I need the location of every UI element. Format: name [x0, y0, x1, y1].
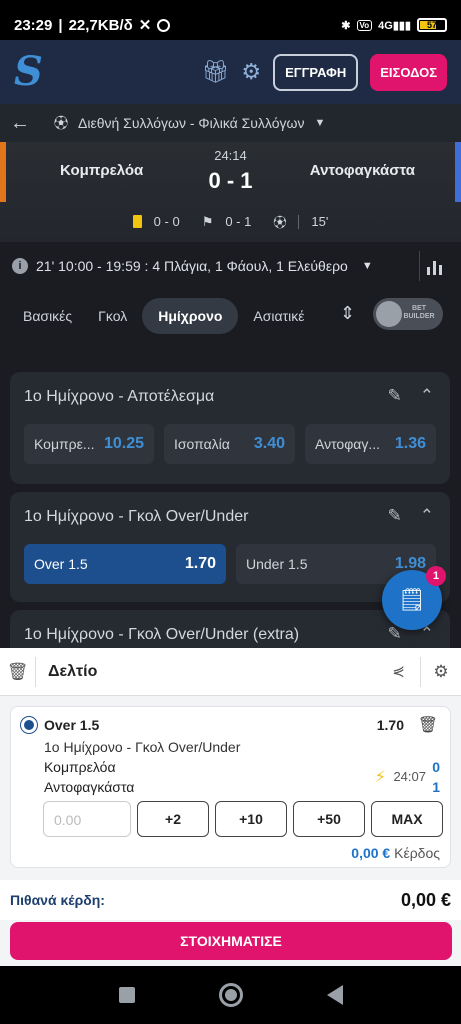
potential-winnings: Πιθανά κέρδη: 0,00 €: [0, 880, 461, 920]
status-time: 23:29: [14, 16, 53, 34]
corner-flag-icon: ⚑: [201, 213, 214, 229]
match-minute: 15': [311, 214, 329, 229]
register-button[interactable]: ΕΓΓΡΑΦΗ: [273, 53, 359, 91]
away-team: Αντοφαγκάστα: [309, 162, 415, 179]
stake-input[interactable]: 0.00: [43, 801, 131, 837]
ball-icon: ⚽︎: [273, 215, 287, 230]
chevron-up-icon[interactable]: ⌃: [420, 506, 434, 526]
trash-icon[interactable]: 🗑︎: [418, 715, 438, 735]
tab-asian[interactable]: Ασιατικέ: [242, 298, 315, 334]
soccer-ball-icon: [21, 717, 37, 733]
bluetooth-icon: ✱: [341, 19, 351, 32]
gear-icon[interactable]: ⚙: [241, 59, 261, 85]
odd-button[interactable]: Κομπρε... 10.25: [24, 424, 154, 464]
info-text: 21' 10:00 - 19:59 : 4 Πλάγια, 1 Φάουλ, 1…: [36, 258, 348, 274]
home-score: 0: [432, 759, 440, 775]
info-icon: i: [12, 258, 28, 274]
betslip-panel: 🗑︎ Δελτίο ⋞ ⚙ Over 1.5 1.70 🗑︎ 1ο Ημίχρο…: [0, 648, 461, 966]
gear-icon[interactable]: ⚙: [421, 662, 461, 682]
brand-logo[interactable]: S: [14, 52, 43, 92]
info-bar: i 21' 10:00 - 19:59 : 4 Πλάγια, 1 Φάουλ,…: [0, 248, 461, 284]
tab-goals[interactable]: Γκολ: [87, 298, 138, 334]
match-header: 24:14 Κομπρελόα 0 - 1 Αντοφαγκάστα 0 - 0…: [0, 142, 461, 242]
stake-plus-50-button[interactable]: +50: [293, 801, 365, 837]
tab-halftime[interactable]: Ημίχρονο: [142, 298, 239, 334]
recents-button[interactable]: [118, 987, 135, 1003]
match-clock: 24:14: [214, 148, 247, 163]
share-icon[interactable]: ⋞: [377, 656, 421, 687]
profit-row: 0,00 € Κέρδος: [351, 845, 440, 861]
bet-selection-card: Over 1.5 1.70 🗑︎ 1ο Ημίχρονο - Γκολ Over…: [10, 706, 451, 868]
place-bet-button[interactable]: ΣΤΟΙΧΗΜΑΤΙΣΕ: [10, 922, 452, 960]
away-score: 1: [432, 779, 440, 795]
away-team: Αντοφαγκάστα: [44, 779, 135, 795]
bet-builder-toggle[interactable]: BET BUILDER: [373, 298, 443, 330]
match-stats: 0 - 0 ⚑ 0 - 1 ⚽︎ 15': [0, 212, 461, 231]
network-speed: 22,7KB/δ: [68, 16, 133, 34]
market-title: 1ο Ημίχρονο - Γκολ Over/Under (extra): [24, 626, 300, 643]
system-nav-bar: [0, 966, 461, 1024]
market-card: 1ο Ημίχρονο - Γκολ Over/Under (extra) ✎ …: [10, 610, 450, 650]
record-icon: [157, 18, 171, 32]
market-card: 1ο Ημίχρονο - Γκολ Over/Under ✎ ⌃ Over 1…: [10, 492, 450, 602]
home-team: Κομπρελόα: [44, 759, 116, 775]
stake-plus-10-button[interactable]: +10: [215, 801, 287, 837]
signal-icon: 4G▮▮▮: [378, 19, 411, 32]
stake-plus-2-button[interactable]: +2: [137, 801, 209, 837]
betslip-title: Δελτίο: [48, 662, 98, 680]
back-arrow-icon[interactable]: ←: [10, 112, 30, 135]
bet-builder-label: BET BUILDER: [403, 305, 435, 320]
battery-icon: 57: [417, 18, 447, 32]
trash-icon[interactable]: 🗑︎: [0, 656, 36, 687]
chevron-up-icon[interactable]: ⌃: [420, 386, 434, 406]
pin-icon[interactable]: ✎: [388, 386, 402, 406]
selection-odd: 1.70: [376, 717, 404, 733]
selection-market: 1ο Ημίχρονο - Γκολ Over/Under: [44, 739, 241, 755]
gift-icon[interactable]: 🎁︎: [201, 59, 229, 85]
app-header: S 🎁︎ ⚙ ΕΓΓΡΑΦΗ ΕΙΣΟΔΟΣ: [0, 40, 461, 104]
volte-icon: Vo: [356, 19, 373, 31]
market-title: 1ο Ημίχρονο - Γκολ Over/Under: [24, 508, 249, 525]
corners-count: 0 - 1: [225, 214, 252, 229]
soccer-ball-icon: ⚽︎: [54, 115, 68, 131]
lightning-icon: ⚡︎: [374, 769, 386, 786]
yellow-card-icon: [132, 215, 142, 228]
receipt-icon: 🗒︎: [398, 587, 426, 612]
pin-icon[interactable]: ✎: [388, 506, 402, 526]
selection-name: Over 1.5: [44, 717, 100, 733]
odd-button[interactable]: Αντοφαγ... 1.36: [305, 424, 436, 464]
chevron-down-icon[interactable]: ▼: [362, 260, 373, 272]
profit-value: 0,00 €: [351, 845, 391, 861]
potential-label: Πιθανά κέρδη:: [10, 892, 105, 908]
betslip-count-badge: 1: [426, 566, 446, 586]
bar-chart-icon[interactable]: [419, 251, 449, 281]
stake-max-button[interactable]: MAX: [371, 801, 443, 837]
market-title: 1ο Ημίχρονο - Αποτέλεσμα: [24, 388, 215, 405]
breadcrumb: ← ⚽︎ Διεθνή Συλλόγων - Φιλικά Συλλόγων ▼: [0, 104, 461, 142]
odd-button[interactable]: Ισοπαλία 3.40: [164, 424, 295, 464]
chevron-down-icon[interactable]: ▼: [314, 117, 325, 129]
live-time: 24:07: [393, 769, 426, 784]
home-button[interactable]: [218, 983, 243, 1007]
back-button[interactable]: [326, 985, 343, 1005]
tab-basic[interactable]: Βασικές: [12, 298, 83, 334]
market-card: 1ο Ημίχρονο - Αποτέλεσμα ✎ ⌃ Κομπρε... 1…: [10, 372, 450, 484]
profit-label: Κέρδος: [394, 845, 440, 861]
odd-button-selected[interactable]: Over 1.5 1.70: [24, 544, 226, 584]
betslip-header: 🗑︎ Δελτίο ⋞ ⚙: [0, 648, 461, 696]
potential-value: 0,00 €: [400, 889, 451, 910]
login-button[interactable]: ΕΙΣΟΔΟΣ: [370, 53, 447, 91]
mute-icon: ✕: [138, 17, 152, 34]
cards-count: 0 - 0: [153, 214, 180, 229]
competition-label[interactable]: Διεθνή Συλλόγων - Φιλικά Συλλόγων: [78, 115, 304, 131]
collapse-icon[interactable]: ⇕: [340, 303, 355, 324]
